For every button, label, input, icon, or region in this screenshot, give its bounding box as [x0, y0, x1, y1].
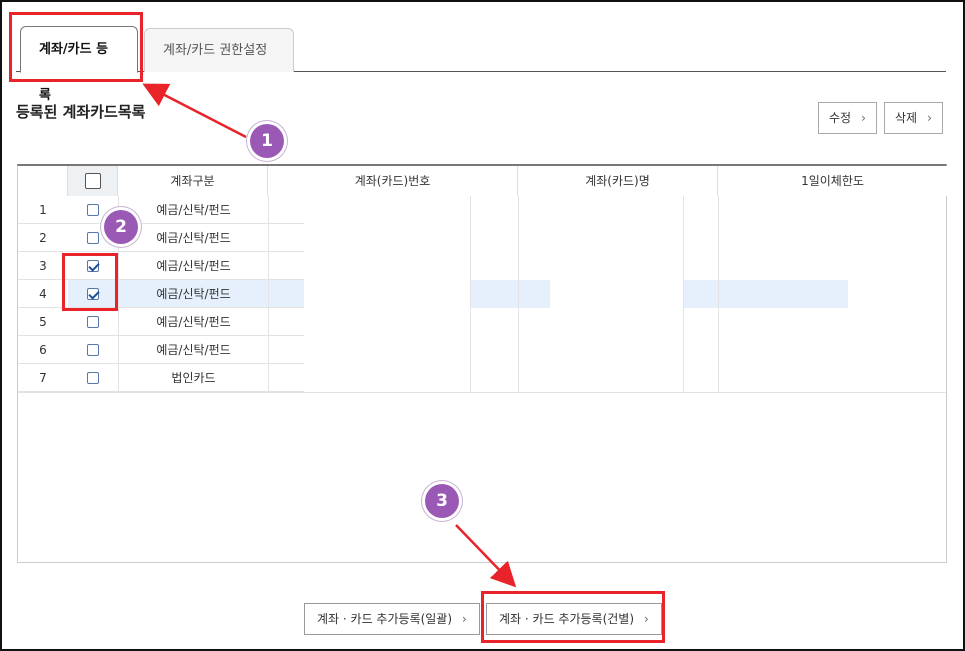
row-account-number-cell — [268, 364, 304, 392]
row-account-number-cell — [268, 280, 304, 308]
row-number: 3 — [18, 252, 68, 280]
chevron-right-icon: › — [927, 111, 932, 125]
row-account-name-cell — [470, 280, 550, 308]
row-daily-limit-cell — [683, 252, 848, 280]
select-all-checkbox[interactable] — [84, 172, 101, 189]
tab-bar: 계좌/카드 등록 계좌/카드 권한설정 — [16, 26, 946, 103]
delete-button-label: 삭제 — [895, 111, 918, 125]
row-checkbox[interactable] — [87, 343, 99, 356]
header-no — [18, 166, 68, 196]
row-account-number-cell — [268, 336, 304, 364]
column-divider — [718, 196, 719, 392]
annotation-badge-2: 2 — [104, 210, 138, 244]
annotation-box-tab — [9, 12, 143, 82]
row-number: 7 — [18, 364, 68, 392]
row-select-cell — [68, 364, 118, 392]
annotation-box-add-single — [481, 591, 665, 643]
row-account-name-cell — [470, 364, 550, 392]
section-title: 등록된 계좌카드목록 — [16, 103, 146, 121]
row-checkbox[interactable] — [87, 371, 99, 384]
chevron-right-icon: › — [462, 612, 467, 626]
row-number: 4 — [18, 280, 68, 308]
row-account-number-cell — [268, 196, 304, 224]
annotation-box-checkboxes — [62, 253, 118, 311]
row-account-name-cell — [470, 308, 550, 336]
header-daily-limit: 1일이체한도 — [718, 166, 947, 196]
column-divider — [268, 196, 269, 392]
row-account-name-cell — [470, 252, 550, 280]
row-select-cell — [68, 336, 118, 364]
row-number: 2 — [18, 224, 68, 252]
annotation-badge-1: 1 — [250, 124, 284, 158]
row-account-type: 법인카드 — [118, 364, 268, 392]
chevron-right-icon: › — [861, 111, 866, 125]
row-account-type: 예금/신탁/펀드 — [118, 196, 268, 224]
row-checkbox[interactable] — [87, 203, 99, 216]
row-number: 6 — [18, 336, 68, 364]
table-row[interactable]: 1 예금/신탁/펀드 — [18, 196, 946, 224]
row-daily-limit-cell — [683, 280, 848, 308]
row-number: 1 — [18, 196, 68, 224]
delete-button[interactable]: 삭제 › — [884, 102, 943, 134]
table-row[interactable]: 6 예금/신탁/펀드 — [18, 336, 946, 364]
row-account-name-cell — [470, 224, 550, 252]
table-row[interactable]: 7 법인카드 — [18, 364, 946, 392]
row-account-number-cell — [268, 224, 304, 252]
table-header-row: 계좌구분 계좌(카드)번호 계좌(카드)명 1일이체한도 — [18, 166, 947, 196]
row-account-name-cell — [470, 196, 550, 224]
header-select-all — [68, 166, 118, 196]
edit-button[interactable]: 수정 › — [818, 102, 877, 134]
row-checkbox[interactable] — [87, 231, 99, 244]
header-account-number: 계좌(카드)번호 — [268, 166, 518, 196]
rows-end-divider — [18, 392, 946, 393]
row-account-type: 예금/신탁/펀드 — [118, 308, 268, 336]
table-row[interactable]: 4 예금/신탁/펀드 — [18, 280, 946, 308]
table-row[interactable]: 3 예금/신탁/펀드 — [18, 252, 946, 280]
table-row[interactable]: 2 예금/신탁/펀드 — [18, 224, 946, 252]
row-account-number-cell — [268, 308, 304, 336]
edit-button-label: 수정 — [829, 111, 852, 125]
row-account-type: 예금/신탁/펀드 — [118, 224, 268, 252]
row-daily-limit-cell — [683, 224, 848, 252]
row-daily-limit-cell — [683, 308, 848, 336]
annotation-badge-3: 3 — [425, 484, 459, 518]
add-bulk-label: 계좌 · 카드 추가등록(일괄) — [317, 612, 453, 626]
row-number: 5 — [18, 308, 68, 336]
column-divider — [518, 196, 519, 392]
account-card-table: 계좌구분 계좌(카드)번호 계좌(카드)명 1일이체한도 1 예금/신탁/펀드 2 예… — [17, 164, 947, 563]
row-account-name-cell — [470, 336, 550, 364]
row-account-number-cell — [268, 252, 304, 280]
row-daily-limit-cell — [683, 336, 848, 364]
header-account-name: 계좌(카드)명 — [518, 166, 718, 196]
row-daily-limit-cell — [683, 364, 848, 392]
row-daily-limit-cell — [683, 196, 848, 224]
row-account-type: 예금/신탁/펀드 — [118, 336, 268, 364]
header-account-type: 계좌구분 — [118, 166, 268, 196]
row-account-type: 예금/신탁/펀드 — [118, 280, 268, 308]
tab-account-card-permission[interactable]: 계좌/카드 권한설정 — [144, 28, 294, 72]
row-account-type: 예금/신탁/펀드 — [118, 252, 268, 280]
row-select-cell — [68, 308, 118, 336]
row-checkbox[interactable] — [87, 315, 99, 328]
add-bulk-button[interactable]: 계좌 · 카드 추가등록(일괄) › — [304, 603, 480, 635]
table-row[interactable]: 5 예금/신탁/펀드 — [18, 308, 946, 336]
